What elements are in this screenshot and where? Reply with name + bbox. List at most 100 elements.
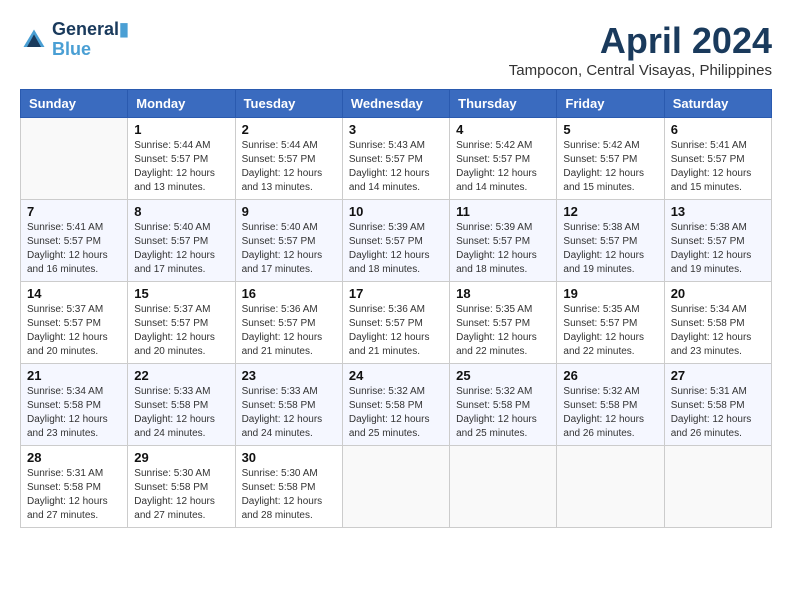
day-info: Sunrise: 5:39 AMSunset: 5:57 PMDaylight:… (456, 221, 550, 277)
day-number: 1 (134, 122, 228, 137)
calendar-cell: 27 Sunrise: 5:31 AMSunset: 5:58 PMDayligh… (664, 364, 771, 446)
calendar-cell: 20Sunrise: 5:34 AMSunset: 5:58 PMDayligh… (664, 282, 771, 364)
calendar-cell: 24 Sunrise: 5:32 AMSunset: 5:58 PMDayligh… (342, 364, 449, 446)
calendar-cell: 29 Sunrise: 5:30 AMSunset: 5:58 PMDayligh… (128, 446, 235, 528)
day-number: 6 (671, 122, 765, 137)
day-of-week-header: Sunday (21, 90, 128, 118)
day-number: 30 (242, 450, 336, 465)
day-number: 27 (671, 368, 765, 383)
page-header: General▮ Blue April 2024 Tampocon, Centr… (20, 20, 772, 79)
calendar-cell: 16Sunrise: 5:36 AMSunset: 5:57 PMDayligh… (235, 282, 342, 364)
calendar-cell: 25 Sunrise: 5:32 AMSunset: 5:58 PMDayligh… (450, 364, 557, 446)
logo-text: General▮ Blue (52, 20, 129, 60)
day-info: Sunrise: 5:33 AMSunset: 5:58 PMDaylight:… (242, 385, 336, 441)
location-subtitle: Tampocon, Central Visayas, Philippines (509, 62, 772, 79)
day-info: Sunrise: 5:42 AMSunset: 5:57 PMDaylight:… (456, 139, 550, 195)
day-number: 26 (563, 368, 657, 383)
logo-icon (20, 26, 48, 54)
calendar-cell: 17 Sunrise: 5:36 AMSunset: 5:57 PMDayligh… (342, 282, 449, 364)
calendar-cell (21, 118, 128, 200)
day-info: Sunrise: 5:43 AMSunset: 5:57 PMDaylight:… (349, 139, 443, 195)
day-info: Sunrise: 5:35 AMSunset: 5:57 PMDaylight:… (563, 303, 657, 359)
calendar-cell (664, 446, 771, 528)
day-info: Sunrise: 5:33 AMSunset: 5:58 PMDaylight:… (134, 385, 228, 441)
day-info: Sunrise: 5:32 AMSunset: 5:58 PMDaylight:… (349, 385, 443, 441)
day-number: 19 (563, 286, 657, 301)
calendar-cell: 22 Sunrise: 5:33 AMSunset: 5:58 PMDayligh… (128, 364, 235, 446)
calendar-cell: 9 Sunrise: 5:40 AMSunset: 5:57 PMDaylight… (235, 200, 342, 282)
day-number: 5 (563, 122, 657, 137)
day-info: Sunrise: 5:30 AMSunset: 5:58 PMDaylight:… (242, 467, 336, 523)
calendar-cell: 1 Sunrise: 5:44 AMSunset: 5:57 PMDaylight… (128, 118, 235, 200)
day-number: 22 (134, 368, 228, 383)
calendar-cell: 19 Sunrise: 5:35 AMSunset: 5:57 PMDayligh… (557, 282, 664, 364)
calendar-cell: 23Sunrise: 5:33 AMSunset: 5:58 PMDayligh… (235, 364, 342, 446)
day-number: 13 (671, 204, 765, 219)
day-number: 15 (134, 286, 228, 301)
calendar-cell (450, 446, 557, 528)
calendar-cell: 13Sunrise: 5:38 AMSunset: 5:57 PMDayligh… (664, 200, 771, 282)
day-number: 28 (27, 450, 121, 465)
calendar-cell: 2 Sunrise: 5:44 AMSunset: 5:57 PMDaylight… (235, 118, 342, 200)
calendar-cell: 5 Sunrise: 5:42 AMSunset: 5:57 PMDaylight… (557, 118, 664, 200)
day-info: Sunrise: 5:34 AMSunset: 5:58 PMDaylight:… (27, 385, 121, 441)
day-info: Sunrise: 5:32 AMSunset: 5:58 PMDaylight:… (456, 385, 550, 441)
day-number: 14 (27, 286, 121, 301)
calendar-cell: 28 Sunrise: 5:31 AMSunset: 5:58 PMDayligh… (21, 446, 128, 528)
day-info: Sunrise: 5:41 AMSunset: 5:57 PMDaylight:… (671, 139, 765, 195)
day-info: Sunrise: 5:31 AMSunset: 5:58 PMDaylight:… (671, 385, 765, 441)
calendar-cell: 18 Sunrise: 5:35 AMSunset: 5:57 PMDayligh… (450, 282, 557, 364)
day-number: 24 (349, 368, 443, 383)
day-number: 2 (242, 122, 336, 137)
calendar-cell: 10 Sunrise: 5:39 AMSunset: 5:57 PMDayligh… (342, 200, 449, 282)
day-number: 4 (456, 122, 550, 137)
day-info: Sunrise: 5:34 AMSunset: 5:58 PMDaylight:… (671, 303, 765, 359)
day-info: Sunrise: 5:41 AMSunset: 5:57 PMDaylight:… (27, 221, 121, 277)
day-number: 25 (456, 368, 550, 383)
day-of-week-header: Saturday (664, 90, 771, 118)
day-number: 8 (134, 204, 228, 219)
day-number: 17 (349, 286, 443, 301)
logo: General▮ Blue (20, 20, 129, 60)
day-of-week-header: Friday (557, 90, 664, 118)
day-info: Sunrise: 5:44 AMSunset: 5:57 PMDaylight:… (134, 139, 228, 195)
calendar-cell: 4 Sunrise: 5:42 AMSunset: 5:57 PMDaylight… (450, 118, 557, 200)
day-number: 21 (27, 368, 121, 383)
day-info: Sunrise: 5:36 AMSunset: 5:57 PMDaylight:… (349, 303, 443, 359)
day-info: Sunrise: 5:37 AMSunset: 5:57 PMDaylight:… (134, 303, 228, 359)
day-info: Sunrise: 5:31 AMSunset: 5:58 PMDaylight:… (27, 467, 121, 523)
calendar-cell: 7 Sunrise: 5:41 AMSunset: 5:57 PMDaylight… (21, 200, 128, 282)
day-info: Sunrise: 5:32 AMSunset: 5:58 PMDaylight:… (563, 385, 657, 441)
calendar-cell (342, 446, 449, 528)
day-number: 3 (349, 122, 443, 137)
month-title: April 2024 (509, 20, 772, 62)
day-info: Sunrise: 5:39 AMSunset: 5:57 PMDaylight:… (349, 221, 443, 277)
day-of-week-header: Wednesday (342, 90, 449, 118)
day-info: Sunrise: 5:42 AMSunset: 5:57 PMDaylight:… (563, 139, 657, 195)
calendar-cell (557, 446, 664, 528)
calendar-cell: 8 Sunrise: 5:40 AMSunset: 5:57 PMDaylight… (128, 200, 235, 282)
title-block: April 2024 Tampocon, Central Visayas, Ph… (509, 20, 772, 79)
calendar-cell: 6 Sunrise: 5:41 AMSunset: 5:57 PMDaylight… (664, 118, 771, 200)
day-of-week-header: Thursday (450, 90, 557, 118)
day-info: Sunrise: 5:40 AMSunset: 5:57 PMDaylight:… (242, 221, 336, 277)
day-info: Sunrise: 5:44 AMSunset: 5:57 PMDaylight:… (242, 139, 336, 195)
day-number: 7 (27, 204, 121, 219)
day-info: Sunrise: 5:37 AMSunset: 5:57 PMDaylight:… (27, 303, 121, 359)
day-number: 12 (563, 204, 657, 219)
day-number: 18 (456, 286, 550, 301)
day-info: Sunrise: 5:30 AMSunset: 5:58 PMDaylight:… (134, 467, 228, 523)
calendar-cell: 15 Sunrise: 5:37 AMSunset: 5:57 PMDayligh… (128, 282, 235, 364)
day-info: Sunrise: 5:40 AMSunset: 5:57 PMDaylight:… (134, 221, 228, 277)
calendar-cell: 21 Sunrise: 5:34 AMSunset: 5:58 PMDayligh… (21, 364, 128, 446)
calendar-cell: 3 Sunrise: 5:43 AMSunset: 5:57 PMDaylight… (342, 118, 449, 200)
calendar-cell: 26 Sunrise: 5:32 AMSunset: 5:58 PMDayligh… (557, 364, 664, 446)
day-number: 10 (349, 204, 443, 219)
day-info: Sunrise: 5:38 AMSunset: 5:57 PMDaylight:… (563, 221, 657, 277)
day-of-week-header: Tuesday (235, 90, 342, 118)
calendar-table: SundayMondayTuesdayWednesdayThursdayFrid… (20, 89, 772, 528)
day-number: 16 (242, 286, 336, 301)
day-number: 29 (134, 450, 228, 465)
day-number: 9 (242, 204, 336, 219)
day-info: Sunrise: 5:35 AMSunset: 5:57 PMDaylight:… (456, 303, 550, 359)
